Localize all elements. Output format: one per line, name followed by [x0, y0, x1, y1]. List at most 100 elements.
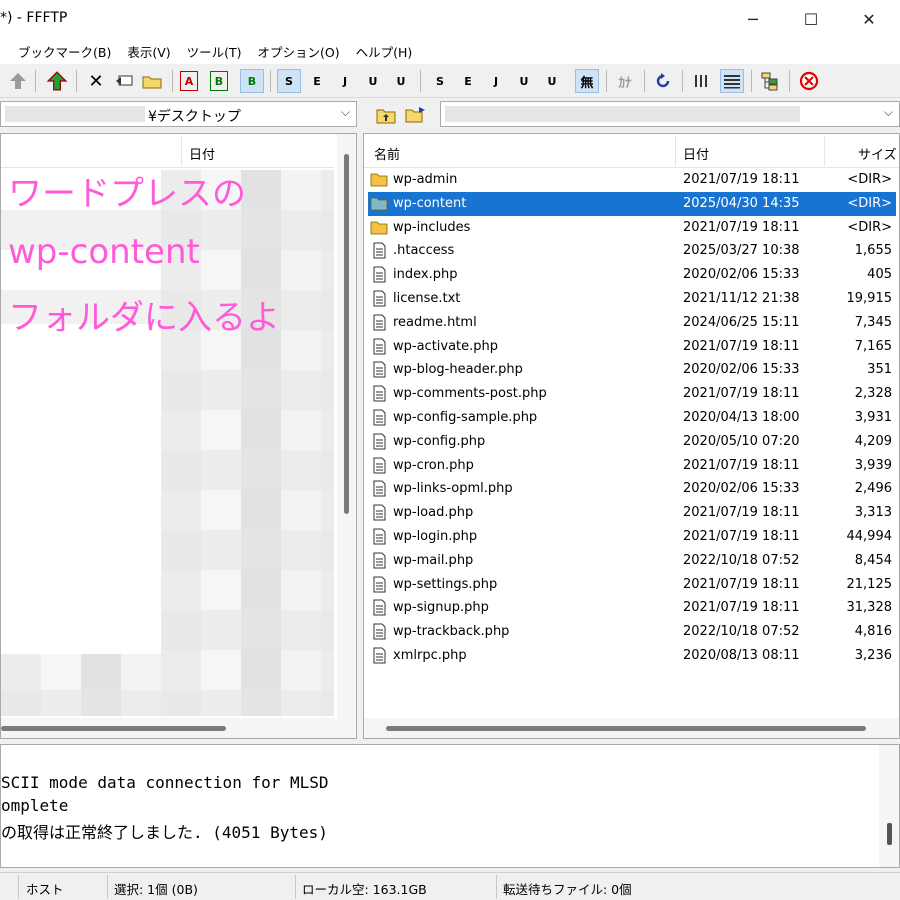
host-sjis-button[interactable]: S	[277, 69, 301, 93]
row-size: 3,236	[854, 648, 892, 663]
row-size: 7,165	[854, 338, 892, 354]
row-date: 2021/07/19 18:11	[683, 386, 800, 402]
file-row[interactable]: wp-login.php 2021/07/19 18:11 44,994	[368, 525, 896, 549]
local-path-combobox[interactable]: ¥デスクトップ ⌵	[0, 101, 357, 127]
minimize-button[interactable]: ─	[724, 0, 782, 38]
remote-column-date[interactable]: 日付	[683, 144, 709, 163]
file-row[interactable]: wp-load.php 2021/07/19 18:11 3,313	[368, 501, 896, 525]
maximize-button[interactable]: ☐	[782, 0, 840, 38]
file-icon	[370, 457, 388, 474]
auto-mode-button[interactable]: B	[240, 69, 264, 93]
row-date: 2021/07/19 18:11	[683, 172, 800, 187]
row-date: 2020/05/10 07:20	[683, 433, 800, 449]
parent-folder-button[interactable]	[374, 104, 398, 126]
row-date: 2021/07/19 18:11	[683, 457, 800, 473]
row-size: 44,994	[846, 529, 893, 544]
file-icon	[370, 552, 388, 569]
row-size: <DIR>	[847, 195, 892, 211]
file-row[interactable]: wp-settings.php 2021/07/19 18:11 21,125	[368, 573, 896, 597]
no-conversion-button[interactable]: 無	[575, 69, 599, 93]
new-folder-icon	[142, 76, 162, 89]
menu-tools[interactable]: ツール(T)	[179, 42, 250, 61]
chevron-down-icon[interactable]: ⌵	[884, 105, 893, 120]
row-name: wp-signup.php	[393, 600, 489, 616]
file-row[interactable]: index.php 2020/02/06 15:33 405	[368, 263, 896, 287]
remote-horizontal-scrollbar[interactable]	[364, 718, 899, 738]
file-row[interactable]: readme.html 2024/06/25 15:11 7,345	[368, 311, 896, 335]
host-utf8-button[interactable]: U	[361, 69, 385, 93]
upload-button[interactable]	[6, 69, 30, 93]
row-size: 2,496	[854, 481, 892, 497]
status-queue: 転送待ちファイル: 0個	[503, 882, 632, 897]
local-file-list[interactable]: 日付	[0, 133, 357, 739]
close-button[interactable]: ✕	[840, 0, 898, 38]
detail-view-button[interactable]	[720, 69, 744, 93]
file-row[interactable]: wp-blog-header.php 2020/02/06 15:33 351	[368, 358, 896, 382]
menu-bookmark[interactable]: ブックマーク(B)	[0, 42, 119, 61]
log-scrollbar[interactable]	[879, 745, 899, 867]
file-row[interactable]: wp-signup.php 2021/07/19 18:11 31,328	[368, 596, 896, 620]
local-vertical-scrollbar[interactable]	[337, 134, 356, 718]
binary-mode-button[interactable]: B	[210, 71, 228, 91]
menu-options[interactable]: オプション(O)	[250, 42, 348, 61]
file-icon	[370, 338, 388, 355]
delete-button[interactable]: ✕	[84, 69, 108, 93]
file-icon	[370, 623, 388, 640]
local-utf8bom-button[interactable]: U	[540, 69, 564, 93]
file-row[interactable]: wp-trackback.php 2022/10/18 07:52 4,816	[368, 620, 896, 644]
remote-path-combobox[interactable]: ⌵	[440, 101, 900, 127]
file-row[interactable]: wp-config.php 2020/05/10 07:20 4,209	[368, 430, 896, 454]
list-view-button[interactable]	[690, 69, 714, 93]
log-panel[interactable]: SCII mode data connection for MLSD omple…	[0, 744, 900, 868]
host-jis-button[interactable]: J	[333, 69, 357, 93]
local-utf8-button[interactable]: U	[512, 69, 536, 93]
file-row[interactable]: wp-activate.php 2021/07/19 18:11 7,165	[368, 335, 896, 359]
file-row[interactable]: wp-mail.php 2022/10/18 07:52 8,454	[368, 549, 896, 573]
file-row[interactable]: wp-links-opml.php 2020/02/06 15:33 2,496	[368, 477, 896, 501]
remote-file-list[interactable]: 名前 日付 サイズ wp-admin 2021/07/19 18:11 <DIR> w…	[363, 133, 900, 739]
file-row[interactable]: wp-config-sample.php 2020/04/13 18:00 3,93…	[368, 406, 896, 430]
ascii-mode-button[interactable]: A	[180, 71, 198, 91]
file-row[interactable]: xmlrpc.php 2020/08/13 08:11 3,236	[368, 644, 896, 668]
folder-row[interactable]: wp-admin 2021/07/19 18:11 <DIR>	[368, 168, 896, 192]
local-jis-button[interactable]: J	[484, 69, 508, 93]
folder-row[interactable]: wp-includes 2021/07/19 18:11 <DIR>	[368, 216, 896, 240]
host-euc-button[interactable]: E	[305, 69, 329, 93]
file-row[interactable]: wp-comments-post.php 2021/07/19 18:11 2,32…	[368, 382, 896, 406]
row-size: 3,313	[854, 505, 892, 521]
row-size: 4,209	[854, 433, 892, 449]
row-date: 2021/07/19 18:11	[683, 600, 800, 616]
stop-button[interactable]	[797, 69, 821, 93]
row-date: 2021/07/19 18:11	[683, 219, 800, 235]
remote-column-name[interactable]: 名前	[374, 144, 400, 163]
local-sjis-button[interactable]: S	[428, 69, 452, 93]
new-folder-button[interactable]	[140, 69, 164, 93]
chevron-down-icon[interactable]: ⌵	[341, 105, 350, 120]
refresh-button[interactable]	[651, 69, 675, 93]
local-euc-button[interactable]: E	[456, 69, 480, 93]
parent-folder-icon	[376, 109, 396, 124]
row-date: 2025/04/30 14:35	[683, 195, 800, 211]
annotation-line-3: フォルダに入るよ	[8, 298, 280, 338]
kana-button[interactable]: ｶﾅ	[613, 69, 637, 93]
row-name: xmlrpc.php	[393, 648, 467, 663]
local-column-date[interactable]: 日付	[189, 144, 215, 163]
host-utf8bom-button[interactable]: U	[389, 69, 413, 93]
download-button[interactable]	[45, 69, 69, 93]
local-horizontal-scrollbar[interactable]	[1, 718, 356, 738]
menu-help[interactable]: ヘルプ(H)	[348, 42, 421, 61]
file-row[interactable]: wp-cron.php 2021/07/19 18:11 3,939	[368, 454, 896, 478]
row-date: 2020/02/06 15:33	[683, 481, 800, 497]
file-row[interactable]: .htaccess 2025/03/27 10:38 1,655	[368, 239, 896, 263]
file-row[interactable]: license.txt 2021/11/12 21:38 19,915	[368, 287, 896, 311]
tree-view-button[interactable]	[758, 69, 782, 93]
rename-icon	[116, 75, 133, 86]
remote-column-size[interactable]: サイズ	[858, 144, 897, 163]
log-line: の取得は正常終了しました. (4051 Bytes)	[1, 823, 328, 842]
folder-row[interactable]: wp-content 2025/04/30 14:35 <DIR>	[368, 191, 896, 216]
rename-button[interactable]	[112, 69, 136, 93]
open-folder-button[interactable]	[404, 104, 428, 126]
row-name: wp-comments-post.php	[393, 386, 547, 402]
menu-view[interactable]: 表示(V)	[119, 42, 178, 61]
file-icon	[370, 385, 388, 402]
